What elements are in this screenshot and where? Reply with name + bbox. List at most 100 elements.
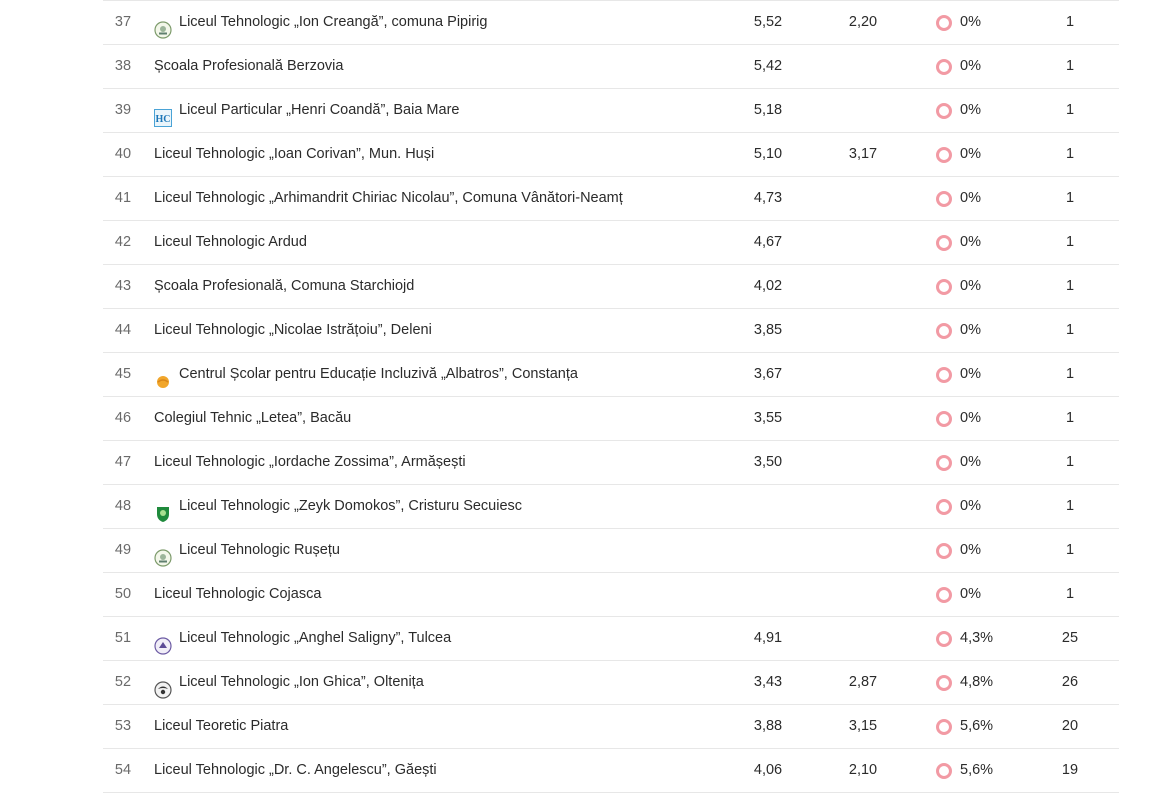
school-name[interactable]: Școala Profesională Berzovia: [154, 45, 343, 88]
table-row[interactable]: 43 Școala Profesională, Comuna Starchioj…: [103, 265, 1119, 309]
school-name-cell[interactable]: Școala Profesională Berzovia: [154, 45, 343, 88]
status-dot-icon: [936, 542, 952, 559]
school-name-cell[interactable]: Liceul Tehnologic „Ioan Corivan”, Mun. H…: [154, 133, 434, 176]
school-name[interactable]: Liceul Tehnologic Ardud: [154, 221, 307, 264]
percentage-cell: 0%: [936, 309, 981, 352]
table-row[interactable]: 38 Școala Profesională Berzovia 5,42 0% …: [103, 45, 1119, 89]
school-name[interactable]: Liceul Particular „Henri Coandă”, Baia M…: [179, 89, 459, 132]
rank-cell: 46: [114, 410, 132, 426]
table-row[interactable]: 48 Liceul Tehnologic „Zeyk Domokos”, Cri…: [103, 485, 1119, 529]
percentage-cell: 0%: [936, 485, 981, 528]
average-grade-cell: 4,91: [753, 630, 783, 646]
percentage-value: 0%: [960, 14, 981, 30]
school-name-cell[interactable]: Liceul Tehnologic Ardud: [154, 221, 307, 264]
school-name[interactable]: Liceul Tehnologic „Anghel Saligny”, Tulc…: [179, 617, 451, 660]
percentage-value: 5,6%: [960, 718, 994, 734]
rank-cell: 48: [114, 498, 132, 514]
table-row[interactable]: 44 Liceul Tehnologic „Nicolae Istrățoiu”…: [103, 309, 1119, 353]
rank-cell: 44: [114, 322, 132, 338]
table-row[interactable]: 39 HC Liceul Particular „Henri Coandă”, …: [103, 89, 1119, 133]
school-name-cell[interactable]: Liceul Tehnologic „Arhimandrit Chiriac N…: [154, 177, 623, 220]
table-row[interactable]: 53 Liceul Teoretic Piatra 3,88 3,15 5,6%…: [103, 705, 1119, 749]
green-shield-icon: [154, 498, 172, 522]
school-name-cell[interactable]: Liceul Tehnologic „Ion Ghica”, Oltenița: [154, 661, 424, 704]
school-name[interactable]: Liceul Tehnologic Rușețu: [179, 529, 340, 572]
school-name-cell[interactable]: Liceul Tehnologic „Dr. C. Angelescu”, Gă…: [154, 749, 437, 792]
percentage-cell: 0%: [936, 353, 981, 396]
percentage-cell: 4,3%: [936, 617, 993, 660]
school-name-cell[interactable]: Liceul Tehnologic „Zeyk Domokos”, Cristu…: [154, 485, 522, 528]
count-cell: 19: [1061, 762, 1079, 778]
status-dot-icon: [936, 454, 952, 471]
school-name[interactable]: Liceul Tehnologic „Iordache Zossima”, Ar…: [154, 441, 466, 484]
school-name[interactable]: Centrul Școlar pentru Educație Incluzivă…: [179, 353, 578, 396]
school-name[interactable]: Școala Profesională, Comuna Starchiojd: [154, 265, 414, 308]
percentage-value: 0%: [960, 234, 981, 250]
school-name-cell[interactable]: Liceul Tehnologic „Ion Creangă”, comuna …: [154, 1, 487, 44]
table-row[interactable]: 49 Liceul Tehnologic Rușețu 0% 1: [103, 529, 1119, 573]
school-name-cell[interactable]: Liceul Teoretic Piatra: [154, 705, 288, 748]
percentage-value: 0%: [960, 454, 981, 470]
eagle-crest-icon: [154, 674, 172, 699]
count-cell: 1: [1065, 14, 1075, 30]
percentage-cell: 0%: [936, 573, 981, 616]
percentage-value: 5,6%: [960, 762, 994, 778]
school-name[interactable]: Liceul Tehnologic „Ioan Corivan”, Mun. H…: [154, 133, 434, 176]
percentage-value: 0%: [960, 410, 981, 426]
average-grade-cell: 4,02: [753, 278, 783, 294]
table-row[interactable]: 41 Liceul Tehnologic „Arhimandrit Chiria…: [103, 177, 1119, 221]
status-dot-icon: [936, 190, 952, 207]
second-grade-cell: 2,87: [848, 674, 878, 690]
average-grade-cell: 4,06: [753, 762, 783, 778]
table-row[interactable]: 54 Liceul Tehnologic „Dr. C. Angelescu”,…: [103, 749, 1119, 793]
percentage-value: 4,3%: [960, 630, 994, 646]
table-row[interactable]: 51 Liceul Tehnologic „Anghel Saligny”, T…: [103, 617, 1119, 661]
school-name-cell[interactable]: Liceul Tehnologic „Anghel Saligny”, Tulc…: [154, 617, 451, 660]
status-dot-icon: [936, 102, 952, 119]
table-row[interactable]: 46 Colegiul Tehnic „Letea”, Bacău 3,55 0…: [103, 397, 1119, 441]
school-name-cell[interactable]: Liceul Tehnologic Rușețu: [154, 529, 340, 572]
school-name-cell[interactable]: Liceul Tehnologic „Iordache Zossima”, Ar…: [154, 441, 466, 484]
status-dot-icon: [936, 630, 952, 647]
table-row[interactable]: 47 Liceul Tehnologic „Iordache Zossima”,…: [103, 441, 1119, 485]
rank-cell: 39: [114, 102, 132, 118]
table-row[interactable]: 40 Liceul Tehnologic „Ioan Corivan”, Mun…: [103, 133, 1119, 177]
count-cell: 25: [1061, 630, 1079, 646]
average-grade-cell: 5,52: [753, 14, 783, 30]
school-name[interactable]: Liceul Tehnologic „Dr. C. Angelescu”, Gă…: [154, 749, 437, 792]
school-name-cell[interactable]: Școala Profesională, Comuna Starchiojd: [154, 265, 414, 308]
percentage-cell: 0%: [936, 1, 981, 44]
table-row[interactable]: 52 Liceul Tehnologic „Ion Ghica”, Olteni…: [103, 661, 1119, 705]
school-name[interactable]: Liceul Tehnologic „Ion Creangă”, comuna …: [179, 1, 487, 44]
percentage-cell: 0%: [936, 89, 981, 132]
school-name[interactable]: Colegiul Tehnic „Letea”, Bacău: [154, 397, 351, 440]
percentage-cell: 0%: [936, 177, 981, 220]
school-name[interactable]: Liceul Tehnologic „Zeyk Domokos”, Cristu…: [179, 485, 522, 528]
status-dot-icon: [936, 762, 952, 779]
count-cell: 1: [1065, 322, 1075, 338]
average-grade-cell: 5,18: [753, 102, 783, 118]
rank-cell: 42: [114, 234, 132, 250]
school-name-cell[interactable]: Liceul Tehnologic Cojasca: [154, 573, 321, 616]
rank-cell: 54: [114, 762, 132, 778]
school-name[interactable]: Liceul Tehnologic „Ion Ghica”, Oltenița: [179, 661, 424, 704]
status-dot-icon: [936, 718, 952, 735]
table-row[interactable]: 42 Liceul Tehnologic Ardud 4,67 0% 1: [103, 221, 1119, 265]
school-name-cell[interactable]: HC Liceul Particular „Henri Coandă”, Bai…: [154, 89, 459, 132]
table-row[interactable]: 50 Liceul Tehnologic Cojasca 0% 1: [103, 573, 1119, 617]
school-name[interactable]: Liceul Tehnologic „Arhimandrit Chiriac N…: [154, 177, 623, 220]
school-name-cell[interactable]: Centrul Școlar pentru Educație Incluzivă…: [154, 353, 578, 396]
school-name-cell[interactable]: Colegiul Tehnic „Letea”, Bacău: [154, 397, 351, 440]
school-name[interactable]: Liceul Teoretic Piatra: [154, 705, 288, 748]
school-name-cell[interactable]: Liceul Tehnologic „Nicolae Istrățoiu”, D…: [154, 309, 432, 352]
school-name[interactable]: Liceul Tehnologic Cojasca: [154, 573, 321, 616]
status-dot-icon: [936, 674, 952, 691]
table-row[interactable]: 45 Centrul Școlar pentru Educație Incluz…: [103, 353, 1119, 397]
count-cell: 1: [1065, 454, 1075, 470]
school-name[interactable]: Liceul Tehnologic „Nicolae Istrățoiu”, D…: [154, 309, 432, 352]
average-grade-cell: 3,55: [753, 410, 783, 426]
rank-cell: 37: [114, 14, 132, 30]
status-dot-icon: [936, 410, 952, 427]
percentage-value: 0%: [960, 146, 981, 162]
table-row[interactable]: 37 Liceul Tehnologic „Ion Creangă”, comu…: [103, 1, 1119, 45]
